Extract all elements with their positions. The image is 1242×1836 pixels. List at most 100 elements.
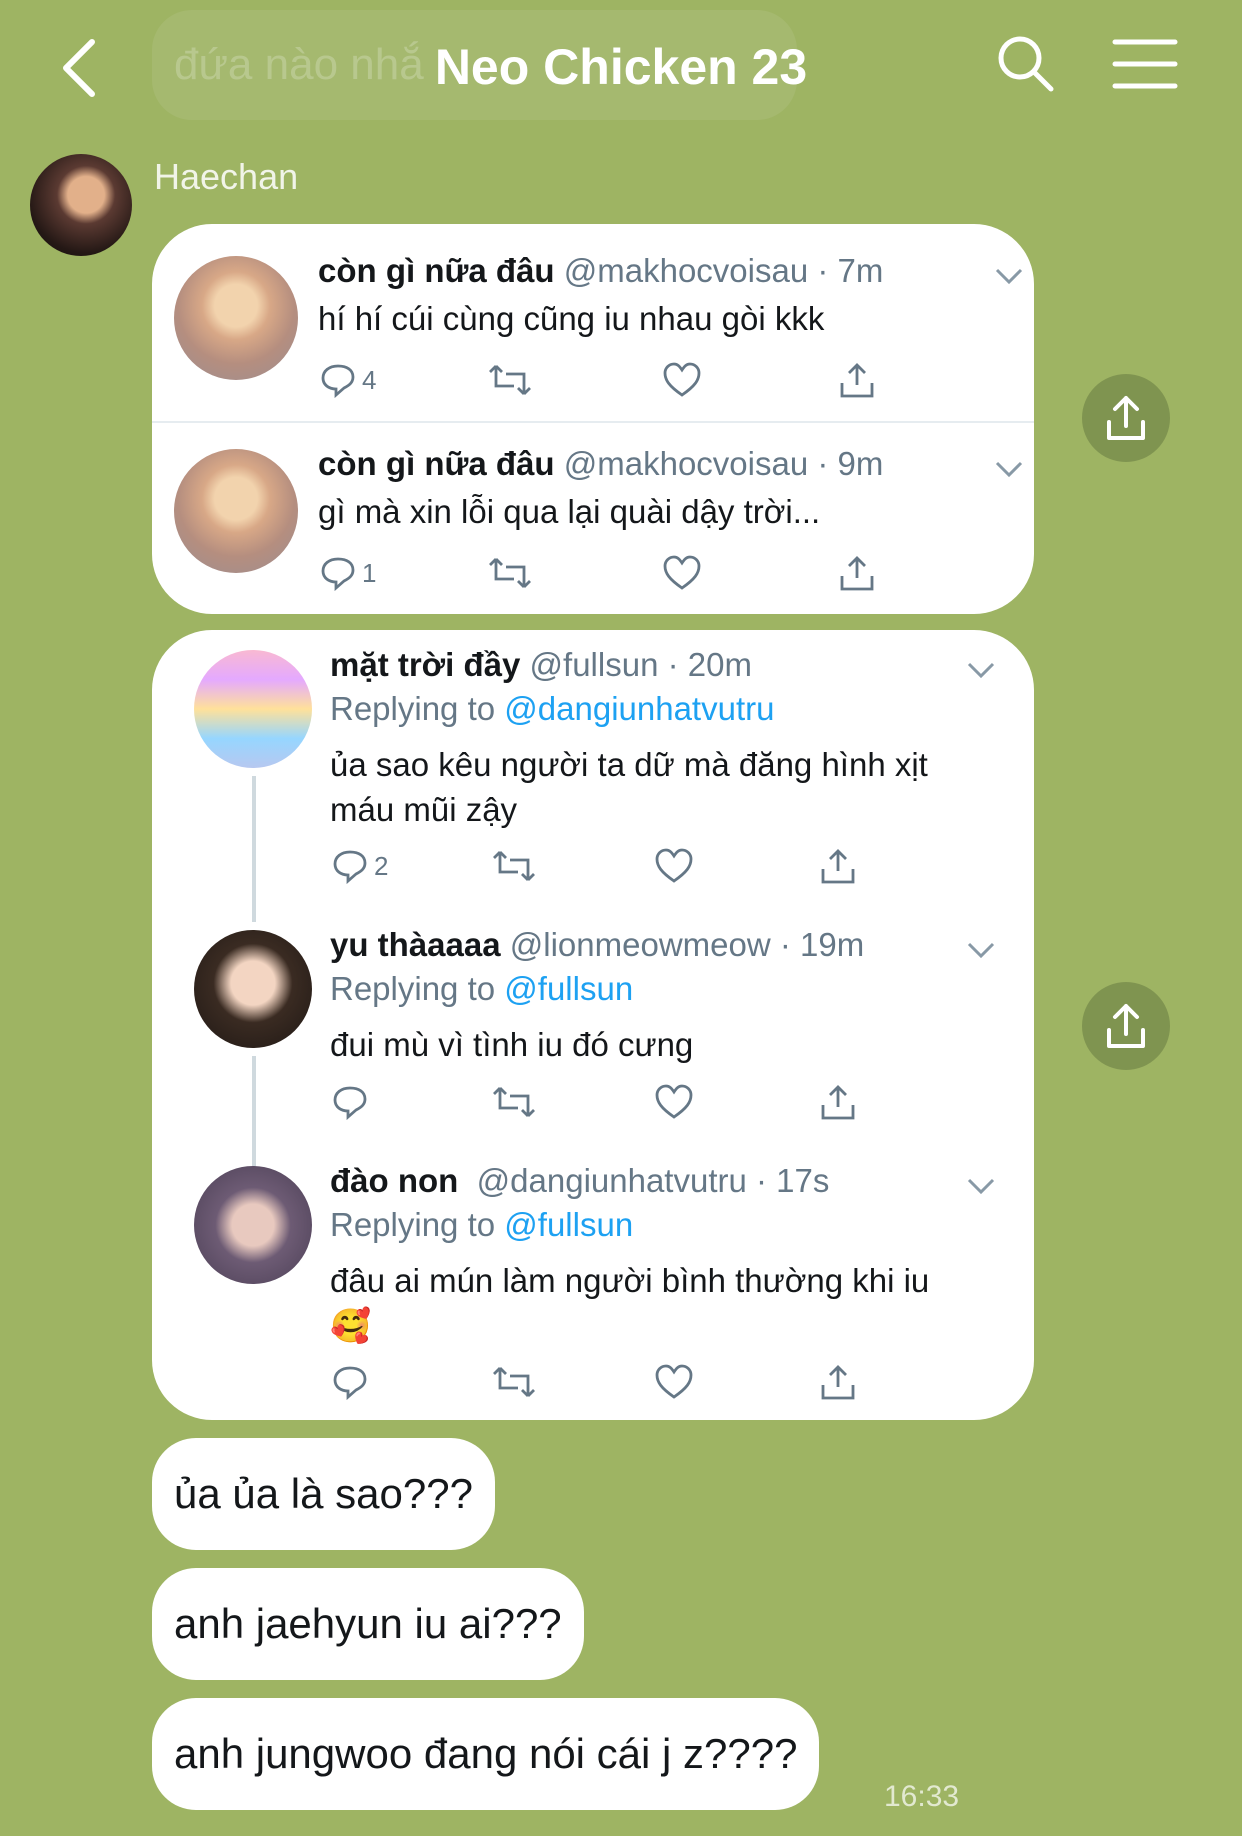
reply-icon	[333, 1086, 367, 1120]
share-icon	[1107, 1004, 1145, 1048]
retweet-action[interactable]	[488, 360, 532, 400]
reply-action[interactable]	[332, 1362, 374, 1402]
tweet-handle: @dangiunhatvutru	[476, 1162, 747, 1199]
share-action[interactable]	[838, 360, 876, 400]
share-button[interactable]	[1082, 982, 1170, 1070]
sender-avatar[interactable]	[30, 154, 132, 256]
like-action[interactable]	[663, 553, 701, 593]
replying-to-link[interactable]: @fullsun	[504, 1206, 633, 1243]
retweet-action[interactable]	[492, 846, 536, 886]
chevron-down-icon[interactable]	[966, 940, 996, 960]
share-action[interactable]	[819, 1082, 857, 1122]
heart-icon	[663, 555, 701, 590]
message-bubble[interactable]: anh jungwoo đang nói cái j z????	[152, 1698, 820, 1810]
chat-header: đứa nào nhắ Neo Chicken 23	[0, 0, 1242, 130]
chevron-down-icon[interactable]	[966, 660, 996, 680]
retweet-icon	[493, 851, 535, 881]
heart-icon	[663, 362, 701, 397]
retweet-action[interactable]	[492, 1082, 536, 1122]
reply-count: 4	[362, 364, 377, 395]
tweet-text: đui mù vì tình iu đó cưng	[330, 1026, 694, 1063]
reply-action[interactable]: 4	[320, 360, 376, 400]
tweet-handle: @makhocvoisau	[563, 252, 809, 289]
share-icon	[1107, 396, 1145, 440]
hamburger-menu-icon	[1112, 39, 1178, 89]
tweet-header: yu thàaaaa @lionmeowmeow · 19m	[330, 926, 865, 963]
reply-action[interactable]: 2	[332, 846, 388, 886]
chevron-down-icon[interactable]	[994, 266, 1024, 286]
chevron-down-icon[interactable]	[966, 1176, 996, 1196]
reply-icon	[321, 557, 355, 591]
thread-line	[252, 1056, 256, 1174]
share-icon	[840, 556, 874, 591]
thread-line	[252, 776, 256, 922]
tweet-author-name: đào non	[330, 1162, 459, 1199]
share-button[interactable]	[1082, 374, 1170, 462]
share-icon	[821, 849, 855, 884]
tweet-text: ủa sao kêu người ta dữ mà đăng hình xịt …	[330, 746, 928, 828]
tweet-author-name: còn gì nữa đâu	[318, 252, 555, 289]
tweet-screenshot-card-2[interactable]: mặt trời đầy @fullsun · 20m Replying to …	[152, 630, 1034, 1420]
tweet-handle: @lionmeowmeow	[509, 926, 771, 963]
replying-label: Replying to	[330, 970, 496, 1007]
reply-action[interactable]: 1	[320, 553, 376, 593]
avatar	[194, 1166, 312, 1284]
share-action[interactable]	[819, 1362, 857, 1402]
retweet-action[interactable]	[492, 1362, 536, 1402]
replying-label: Replying to	[330, 690, 496, 727]
message-bubble[interactable]: anh jaehyun iu ai???	[152, 1568, 584, 1680]
share-icon	[840, 363, 874, 398]
reply-icon	[333, 850, 367, 884]
tweet-item: còn gì nữa đâu @makhocvoisau · 7m hí hí …	[152, 224, 1034, 419]
like-action[interactable]	[663, 360, 701, 400]
reply-action[interactable]	[332, 1082, 374, 1122]
retweet-icon	[489, 558, 531, 588]
reply-count: 2	[374, 850, 389, 881]
tweet-time: 20m	[687, 646, 752, 683]
share-action[interactable]	[819, 846, 857, 886]
retweet-icon	[493, 1367, 535, 1397]
retweet-action[interactable]	[488, 553, 532, 593]
search-button[interactable]	[996, 34, 1056, 94]
tweet-author-name: yu thàaaaa	[330, 926, 501, 963]
avatar	[174, 449, 298, 573]
heart-icon	[655, 848, 693, 883]
search-icon	[998, 36, 1054, 92]
retweet-icon	[489, 365, 531, 395]
message-bubble[interactable]: ủa ủa là sao???	[152, 1438, 495, 1550]
tweet-time: 9m	[837, 445, 884, 482]
avatar	[194, 930, 312, 1048]
tweet-handle: @makhocvoisau	[563, 445, 809, 482]
chevron-down-icon[interactable]	[994, 459, 1024, 479]
replying-to: Replying to @fullsun	[330, 970, 633, 1008]
like-action[interactable]	[655, 846, 693, 886]
share-icon	[821, 1085, 855, 1120]
tweet-item: còn gì nữa đâu @makhocvoisau · 9m gì mà …	[152, 419, 1034, 614]
reply-count: 1	[362, 557, 377, 588]
avatar	[194, 650, 312, 768]
retweet-icon	[493, 1087, 535, 1117]
tweet-header: mặt trời đầy @fullsun · 20m	[330, 646, 752, 683]
reply-icon	[321, 364, 355, 398]
tweet-handle: @fullsun	[529, 646, 659, 683]
replying-to: Replying to @fullsun	[330, 1206, 633, 1244]
replying-to-link[interactable]: @dangiunhatvutru	[504, 690, 774, 727]
tweet-text: đâu ai mún làm người bình thường khi iu …	[330, 1262, 930, 1344]
like-action[interactable]	[655, 1362, 693, 1402]
heart-icon	[655, 1084, 693, 1119]
menu-button[interactable]	[1112, 36, 1178, 92]
share-action[interactable]	[838, 553, 876, 593]
replying-to-link[interactable]: @fullsun	[504, 970, 633, 1007]
tweet-screenshot-card-1[interactable]: còn gì nữa đâu @makhocvoisau · 7m hí hí …	[152, 224, 1034, 614]
tweet-header: đào non @dangiunhatvutru · 17s	[330, 1162, 830, 1199]
tweet-author-name: còn gì nữa đâu	[318, 445, 555, 482]
tweet-header: còn gì nữa đâu @makhocvoisau · 9m	[318, 445, 884, 482]
replying-label: Replying to	[330, 1206, 496, 1243]
reply-icon	[333, 1366, 367, 1400]
like-action[interactable]	[655, 1082, 693, 1122]
message-timestamp: 16:33	[884, 1780, 960, 1813]
avatar	[174, 256, 298, 380]
sender-name: Haechan	[154, 156, 299, 197]
heart-icon	[655, 1364, 693, 1399]
tweet-time: 7m	[837, 252, 884, 289]
